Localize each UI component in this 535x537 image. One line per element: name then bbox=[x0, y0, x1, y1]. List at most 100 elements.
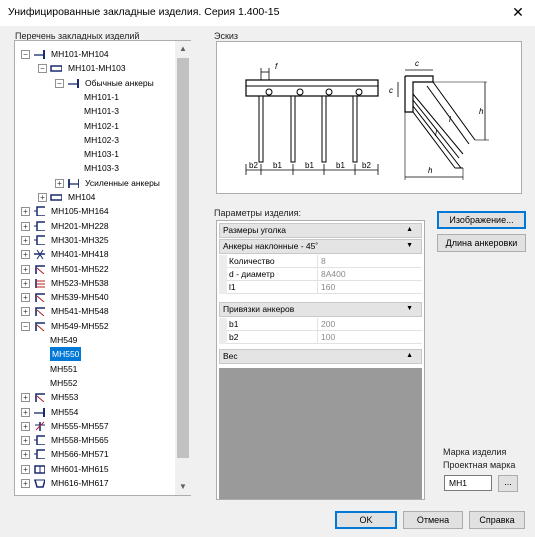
scroll-down-icon[interactable]: ▼ bbox=[175, 479, 191, 495]
tree-item[interactable]: + МН554 bbox=[15, 405, 175, 419]
tree-item[interactable]: + МН541-МН548 bbox=[15, 304, 175, 318]
param-value[interactable]: 8 bbox=[321, 256, 326, 266]
collapse-icon[interactable]: − bbox=[38, 64, 47, 74]
tree-item[interactable]: + МН601-МН615 bbox=[15, 462, 175, 476]
anchor-length-button[interactable]: Длина анкеровки bbox=[437, 234, 526, 252]
expand-icon[interactable]: + bbox=[21, 221, 30, 231]
expand-icon[interactable]: + bbox=[21, 235, 30, 245]
collapse-icon[interactable]: ▲ bbox=[406, 226, 413, 233]
group-angle-size[interactable]: Размеры уголка ▲ bbox=[219, 223, 422, 238]
tree-item[interactable]: + МН553 bbox=[15, 390, 175, 404]
tree-item[interactable]: + МН566-МН571 bbox=[15, 447, 175, 461]
tree-item[interactable]: − Обычные анкеры bbox=[15, 76, 175, 90]
tree-item-label[interactable]: МН550 bbox=[50, 347, 82, 362]
tree-item-label[interactable]: МН101-МН103 bbox=[68, 61, 126, 75]
tree-item-label[interactable]: МН103-1 bbox=[84, 147, 119, 161]
group-weight[interactable]: Вес ▲ bbox=[219, 349, 422, 364]
tree-item-label[interactable]: МН101-МН104 bbox=[51, 47, 109, 61]
tree-item[interactable]: МН103-3 bbox=[15, 161, 175, 175]
close-icon[interactable]: ✕ bbox=[509, 3, 527, 21]
tree-scrollbar[interactable]: ▲ ▼ bbox=[175, 41, 191, 495]
tree-item[interactable]: МН551 bbox=[15, 362, 175, 376]
param-value[interactable]: 8А400 bbox=[321, 269, 346, 279]
tree-item[interactable]: + МН105-МН164 bbox=[15, 204, 175, 218]
scroll-thumb[interactable] bbox=[177, 58, 189, 458]
tree-item-label[interactable]: МН523-МН538 bbox=[51, 276, 109, 290]
tree-item[interactable]: МН101-3 bbox=[15, 104, 175, 118]
param-row[interactable]: b2 100 bbox=[219, 331, 422, 344]
cancel-button[interactable]: Отмена bbox=[403, 511, 463, 529]
group-anchors[interactable]: Анкеры наклонные - 45˚ ▼ bbox=[219, 239, 422, 254]
tree-item-label[interactable]: МН566-МН571 bbox=[51, 447, 109, 461]
tree-item-label[interactable]: МН616-МН617 bbox=[51, 476, 109, 490]
expand-icon[interactable]: + bbox=[21, 207, 30, 217]
tree-item[interactable]: + МН523-МН538 bbox=[15, 276, 175, 290]
tree-item[interactable]: − МН101-МН104 bbox=[15, 47, 175, 61]
project-mark-field[interactable]: МН1 bbox=[444, 475, 492, 491]
param-row[interactable]: d - диаметр 8А400 bbox=[219, 268, 422, 281]
tree-item-label[interactable]: МН539-МН540 bbox=[51, 290, 109, 304]
expand-icon[interactable]: + bbox=[21, 393, 30, 403]
expand-icon[interactable]: + bbox=[55, 178, 64, 188]
expand-icon[interactable]: + bbox=[21, 307, 30, 317]
tree-item-label[interactable]: МН601-МН615 bbox=[51, 462, 109, 476]
tree-item[interactable]: + МН301-МН325 bbox=[15, 233, 175, 247]
expand-icon[interactable]: + bbox=[21, 293, 30, 303]
expand-icon[interactable]: + bbox=[21, 436, 30, 446]
param-row[interactable]: b1 200 bbox=[219, 318, 422, 331]
tree-item-label[interactable]: Обычные анкеры bbox=[85, 76, 154, 90]
tree-item[interactable]: + МН201-МН228 bbox=[15, 219, 175, 233]
tree-item-label[interactable]: МН102-1 bbox=[84, 119, 119, 133]
param-row[interactable]: l1 160 bbox=[219, 281, 422, 294]
tree-item[interactable]: МН102-1 bbox=[15, 119, 175, 133]
tree-item[interactable]: − МН549-МН552 bbox=[15, 319, 175, 333]
expand-icon[interactable]: ▼ bbox=[406, 305, 413, 312]
tree-item-label[interactable]: МН549 bbox=[50, 333, 77, 347]
collapse-icon[interactable]: − bbox=[55, 78, 64, 88]
tree-item[interactable]: + МН555-МН557 bbox=[15, 419, 175, 433]
tree-item-label[interactable]: МН552 bbox=[50, 376, 77, 390]
tree-item-label[interactable]: МН501-МН522 bbox=[51, 262, 109, 276]
expand-icon[interactable]: + bbox=[21, 464, 30, 474]
params-grid[interactable]: Размеры уголка ▲ Анкеры наклонные - 45˚ … bbox=[216, 220, 425, 500]
tree-item[interactable]: МН549 bbox=[15, 333, 175, 347]
tree-item-label[interactable]: МН102-3 bbox=[84, 133, 119, 147]
scroll-up-icon[interactable]: ▲ bbox=[175, 41, 191, 57]
collapse-icon[interactable]: − bbox=[21, 50, 30, 59]
tree-item-label[interactable]: МН401-МН418 bbox=[51, 247, 109, 261]
tree-item-label[interactable]: МН104 bbox=[68, 190, 95, 204]
collapse-icon[interactable]: ▲ bbox=[406, 352, 413, 359]
tree-item-label[interactable]: МН549-МН552 bbox=[51, 319, 109, 333]
tree-item-label[interactable]: МН554 bbox=[51, 405, 78, 419]
browse-button[interactable]: ... bbox=[498, 475, 518, 492]
tree-item[interactable]: + Усиленные анкеры bbox=[15, 176, 175, 190]
expand-icon[interactable]: + bbox=[21, 407, 30, 417]
tree-item[interactable]: МН552 bbox=[15, 376, 175, 390]
param-value[interactable]: 200 bbox=[321, 319, 335, 329]
ok-button[interactable]: OK bbox=[335, 511, 397, 529]
tree-item-label[interactable]: МН558-МН565 bbox=[51, 433, 109, 447]
tree-item-label[interactable]: МН105-МН164 bbox=[51, 204, 109, 218]
tree-item-label[interactable]: МН541-МН548 bbox=[51, 304, 109, 318]
tree-item[interactable]: + МН501-МН522 bbox=[15, 262, 175, 276]
tree-item[interactable]: + МН401-МН418 bbox=[15, 247, 175, 261]
group-anchor-offsets[interactable]: Привязки анкеров ▼ bbox=[219, 302, 422, 317]
tree-item[interactable]: МН101-1 bbox=[15, 90, 175, 104]
expand-icon[interactable]: + bbox=[38, 193, 47, 202]
expand-icon[interactable]: + bbox=[21, 278, 30, 288]
tree-item[interactable]: МН103-1 bbox=[15, 147, 175, 161]
tree-item[interactable]: МН550 bbox=[15, 347, 175, 362]
image-button[interactable]: Изображение... bbox=[437, 211, 526, 229]
tree-item-label[interactable]: МН101-3 bbox=[84, 104, 119, 118]
expand-icon[interactable]: + bbox=[21, 421, 30, 431]
expand-icon[interactable]: ▼ bbox=[406, 242, 413, 249]
item-tree[interactable]: − МН101-МН104− МН101-МН103− Обычные анкеры М… bbox=[14, 40, 191, 496]
param-row[interactable]: Количество 8 bbox=[219, 255, 422, 268]
expand-icon[interactable]: + bbox=[21, 450, 30, 460]
param-value[interactable]: 160 bbox=[321, 282, 335, 292]
tree-item-label[interactable]: МН301-МН325 bbox=[51, 233, 109, 247]
tree-item-label[interactable]: МН551 bbox=[50, 362, 77, 376]
expand-icon[interactable]: + bbox=[21, 264, 30, 274]
collapse-icon[interactable]: − bbox=[21, 321, 30, 331]
tree-item[interactable]: + МН616-МН617 bbox=[15, 476, 175, 490]
